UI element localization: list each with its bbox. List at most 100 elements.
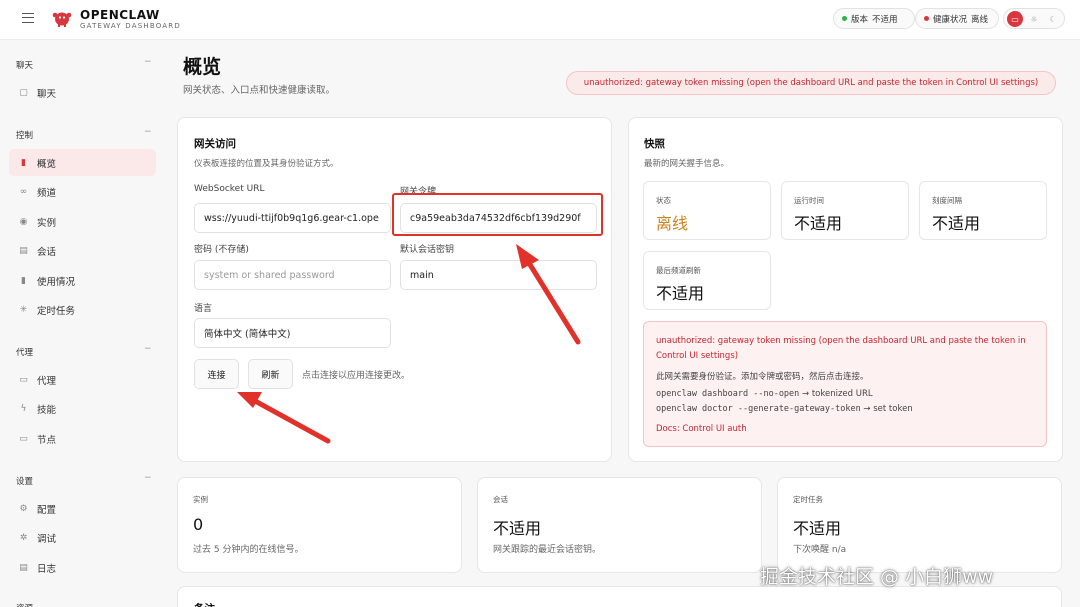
sidebar-item-overview[interactable]: ▮ 概览 <box>9 149 156 176</box>
bar-chart-icon: ▮ <box>21 275 26 286</box>
sidebar-item-label: 节点 <box>37 434 57 446</box>
collapse-icon[interactable]: − <box>144 127 152 137</box>
sidebar-item-channels[interactable]: ∞ 频道 <box>9 178 156 205</box>
card-value: 0 <box>193 515 204 534</box>
sidebar-item-sessions[interactable]: ▤ 会话 <box>9 237 156 264</box>
alert-text: 此网关需要身份验证。添加令牌或密码，然后点击连接。 <box>656 372 869 382</box>
sidebar: 聊天 − ▢ 聊天 控制 − ▮ 概览 ∞ 频道 ◉ 实例 ▤ 会话 ▮ 使用情… <box>0 40 166 607</box>
link-icon: ∞ <box>19 186 28 197</box>
sidebar-item-label: 会话 <box>37 246 57 258</box>
sidebar-item-agents[interactable]: ▭ 代理 <box>9 366 156 393</box>
monitor-icon[interactable]: ▭ <box>1007 11 1023 27</box>
card-value: 不适用 <box>793 519 842 538</box>
card-title: 网关访问 <box>194 138 236 150</box>
sidebar-group-agents[interactable]: 代理 <box>16 346 33 358</box>
error-banner: unauthorized: gateway token missing (ope… <box>566 71 1056 95</box>
sidebar-group-chat[interactable]: 聊天 <box>16 59 33 71</box>
collapse-icon[interactable]: − <box>144 344 152 354</box>
menu-icon[interactable] <box>22 13 34 23</box>
sidebar-item-usage[interactable]: ▮ 使用情况 <box>9 267 156 294</box>
card-title: 备注 <box>194 601 215 607</box>
session-key-input[interactable]: main <box>400 260 597 290</box>
language-select[interactable]: 简体中文 (简体中文) <box>194 318 391 348</box>
sidebar-item-label: 技能 <box>37 404 57 416</box>
refresh-button[interactable]: 刷新 <box>248 359 293 389</box>
health-status-dot <box>924 16 929 21</box>
sidebar-item-label: 代理 <box>37 375 57 387</box>
command-result: → set token <box>863 404 913 414</box>
gateway-access-card: 网关访问 仪表板连接的位置及其身份验证方式。 WebSocket URL wss… <box>177 117 612 462</box>
stat-tick-interval: 刻度间隔 不适用 <box>919 181 1047 240</box>
command-result: → tokenized URL <box>802 389 873 399</box>
sidebar-item-label: 频道 <box>37 187 57 199</box>
stat-uptime: 运行时间 不适用 <box>781 181 909 240</box>
health-label: 健康状况 <box>933 14 968 25</box>
sidebar-item-label: 定时任务 <box>37 305 76 317</box>
theme-switcher: ▭ ☼ ☾ <box>1003 8 1065 29</box>
page-title: 概览 <box>183 56 222 78</box>
monitor-icon: ▭ <box>19 433 28 444</box>
sidebar-item-instances[interactable]: ◉ 实例 <box>9 208 156 235</box>
sidebar-item-logs[interactable]: ▤ 日志 <box>9 554 156 581</box>
lobster-logo-icon <box>52 12 72 27</box>
lightning-icon: ϟ <box>20 403 27 414</box>
stat-status: 状态 离线 <box>643 181 771 240</box>
gear-icon: ⚙ <box>19 503 28 514</box>
instances-card: 实例 0 过去 5 分钟内的在线信号。 <box>177 477 462 573</box>
sidebar-item-label: 聊天 <box>37 88 57 100</box>
language-label: 语言 <box>194 304 213 314</box>
stat-label: 刻度间隔 <box>932 196 962 205</box>
sidebar-item-nodes[interactable]: ▭ 节点 <box>9 425 156 452</box>
card-title: 快照 <box>644 138 665 150</box>
card-label: 会话 <box>493 495 508 504</box>
version-value: 不适用 <box>872 14 898 25</box>
auth-error-alert: unauthorized: gateway token missing (ope… <box>643 321 1047 447</box>
page-subtitle: 网关状态、入口点和快速健康读取。 <box>183 85 336 96</box>
sidebar-item-debug[interactable]: ✲ 调试 <box>9 524 156 551</box>
collapse-icon[interactable]: − <box>144 57 152 67</box>
bar-chart-icon: ▮ <box>21 157 26 168</box>
watermark: 掘金技术社区 @ 小白狮ww <box>760 566 994 588</box>
cron-card: 定时任务 不适用 下次唤醒 n/a <box>777 477 1062 573</box>
health-pill: 健康状况 离线 <box>915 8 999 29</box>
sidebar-item-chat[interactable]: ▢ 聊天 <box>9 79 156 106</box>
bug-icon: ✲ <box>19 532 28 543</box>
brand-name: OPENCLAW <box>80 8 160 22</box>
websocket-url-input[interactable]: wss://yuudi-ttijf0b9q1g6.gear-c1.ope <box>194 203 391 233</box>
moon-icon[interactable]: ☾ <box>1045 11 1061 27</box>
sidebar-item-label: 配置 <box>37 504 57 516</box>
stat-value: 不适用 <box>794 214 843 233</box>
session-key-label: 默认会话密钥 <box>400 245 455 255</box>
sidebar-group-resources[interactable]: 资源 <box>16 602 33 607</box>
brand-subtitle: GATEWAY DASHBOARD <box>80 22 181 30</box>
command-text: openclaw doctor --generate-gateway-token <box>656 404 861 414</box>
password-label: 密码 (不存储) <box>194 245 249 255</box>
sun-icon[interactable]: ☼ <box>1026 11 1042 27</box>
connect-button[interactable]: 连接 <box>194 359 239 389</box>
alert-command: openclaw dashboard --no-open → tokenized… <box>656 389 873 399</box>
version-status-dot <box>842 16 847 21</box>
document-icon: ▤ <box>19 245 28 256</box>
docs-link[interactable]: Docs: Control UI auth <box>656 424 747 434</box>
stat-last-channel-refresh: 最后频道刷新 不适用 <box>643 251 771 310</box>
card-description: 过去 5 分钟内的在线信号。 <box>193 545 304 555</box>
card-label: 实例 <box>193 495 208 504</box>
sidebar-group-control[interactable]: 控制 <box>16 129 33 141</box>
sidebar-item-config[interactable]: ⚙ 配置 <box>9 495 156 522</box>
sidebar-item-label: 实例 <box>37 217 57 229</box>
card-description: 网关跟踪的最近会话密钥。 <box>493 545 602 555</box>
card-value: 不适用 <box>493 519 542 538</box>
sidebar-item-skills[interactable]: ϟ 技能 <box>9 395 156 422</box>
file-text-icon: ▤ <box>19 562 28 573</box>
sidebar-item-cron[interactable]: ✳ 定时任务 <box>9 296 156 323</box>
password-input[interactable]: system or shared password <box>194 260 391 290</box>
sidebar-group-settings[interactable]: 设置 <box>16 475 33 487</box>
collapse-icon[interactable]: − <box>144 473 152 483</box>
stat-label: 最后频道刷新 <box>656 266 701 275</box>
stat-label: 状态 <box>656 196 671 205</box>
card-subtitle: 最新的网关握手信息。 <box>644 159 730 169</box>
broadcast-icon: ◉ <box>19 216 28 227</box>
top-bar: OPENCLAW GATEWAY DASHBOARD 版本 不适用 健康状况 离… <box>0 0 1080 40</box>
stat-value: 离线 <box>656 214 689 233</box>
chat-bubble-icon: ▢ <box>19 87 28 98</box>
